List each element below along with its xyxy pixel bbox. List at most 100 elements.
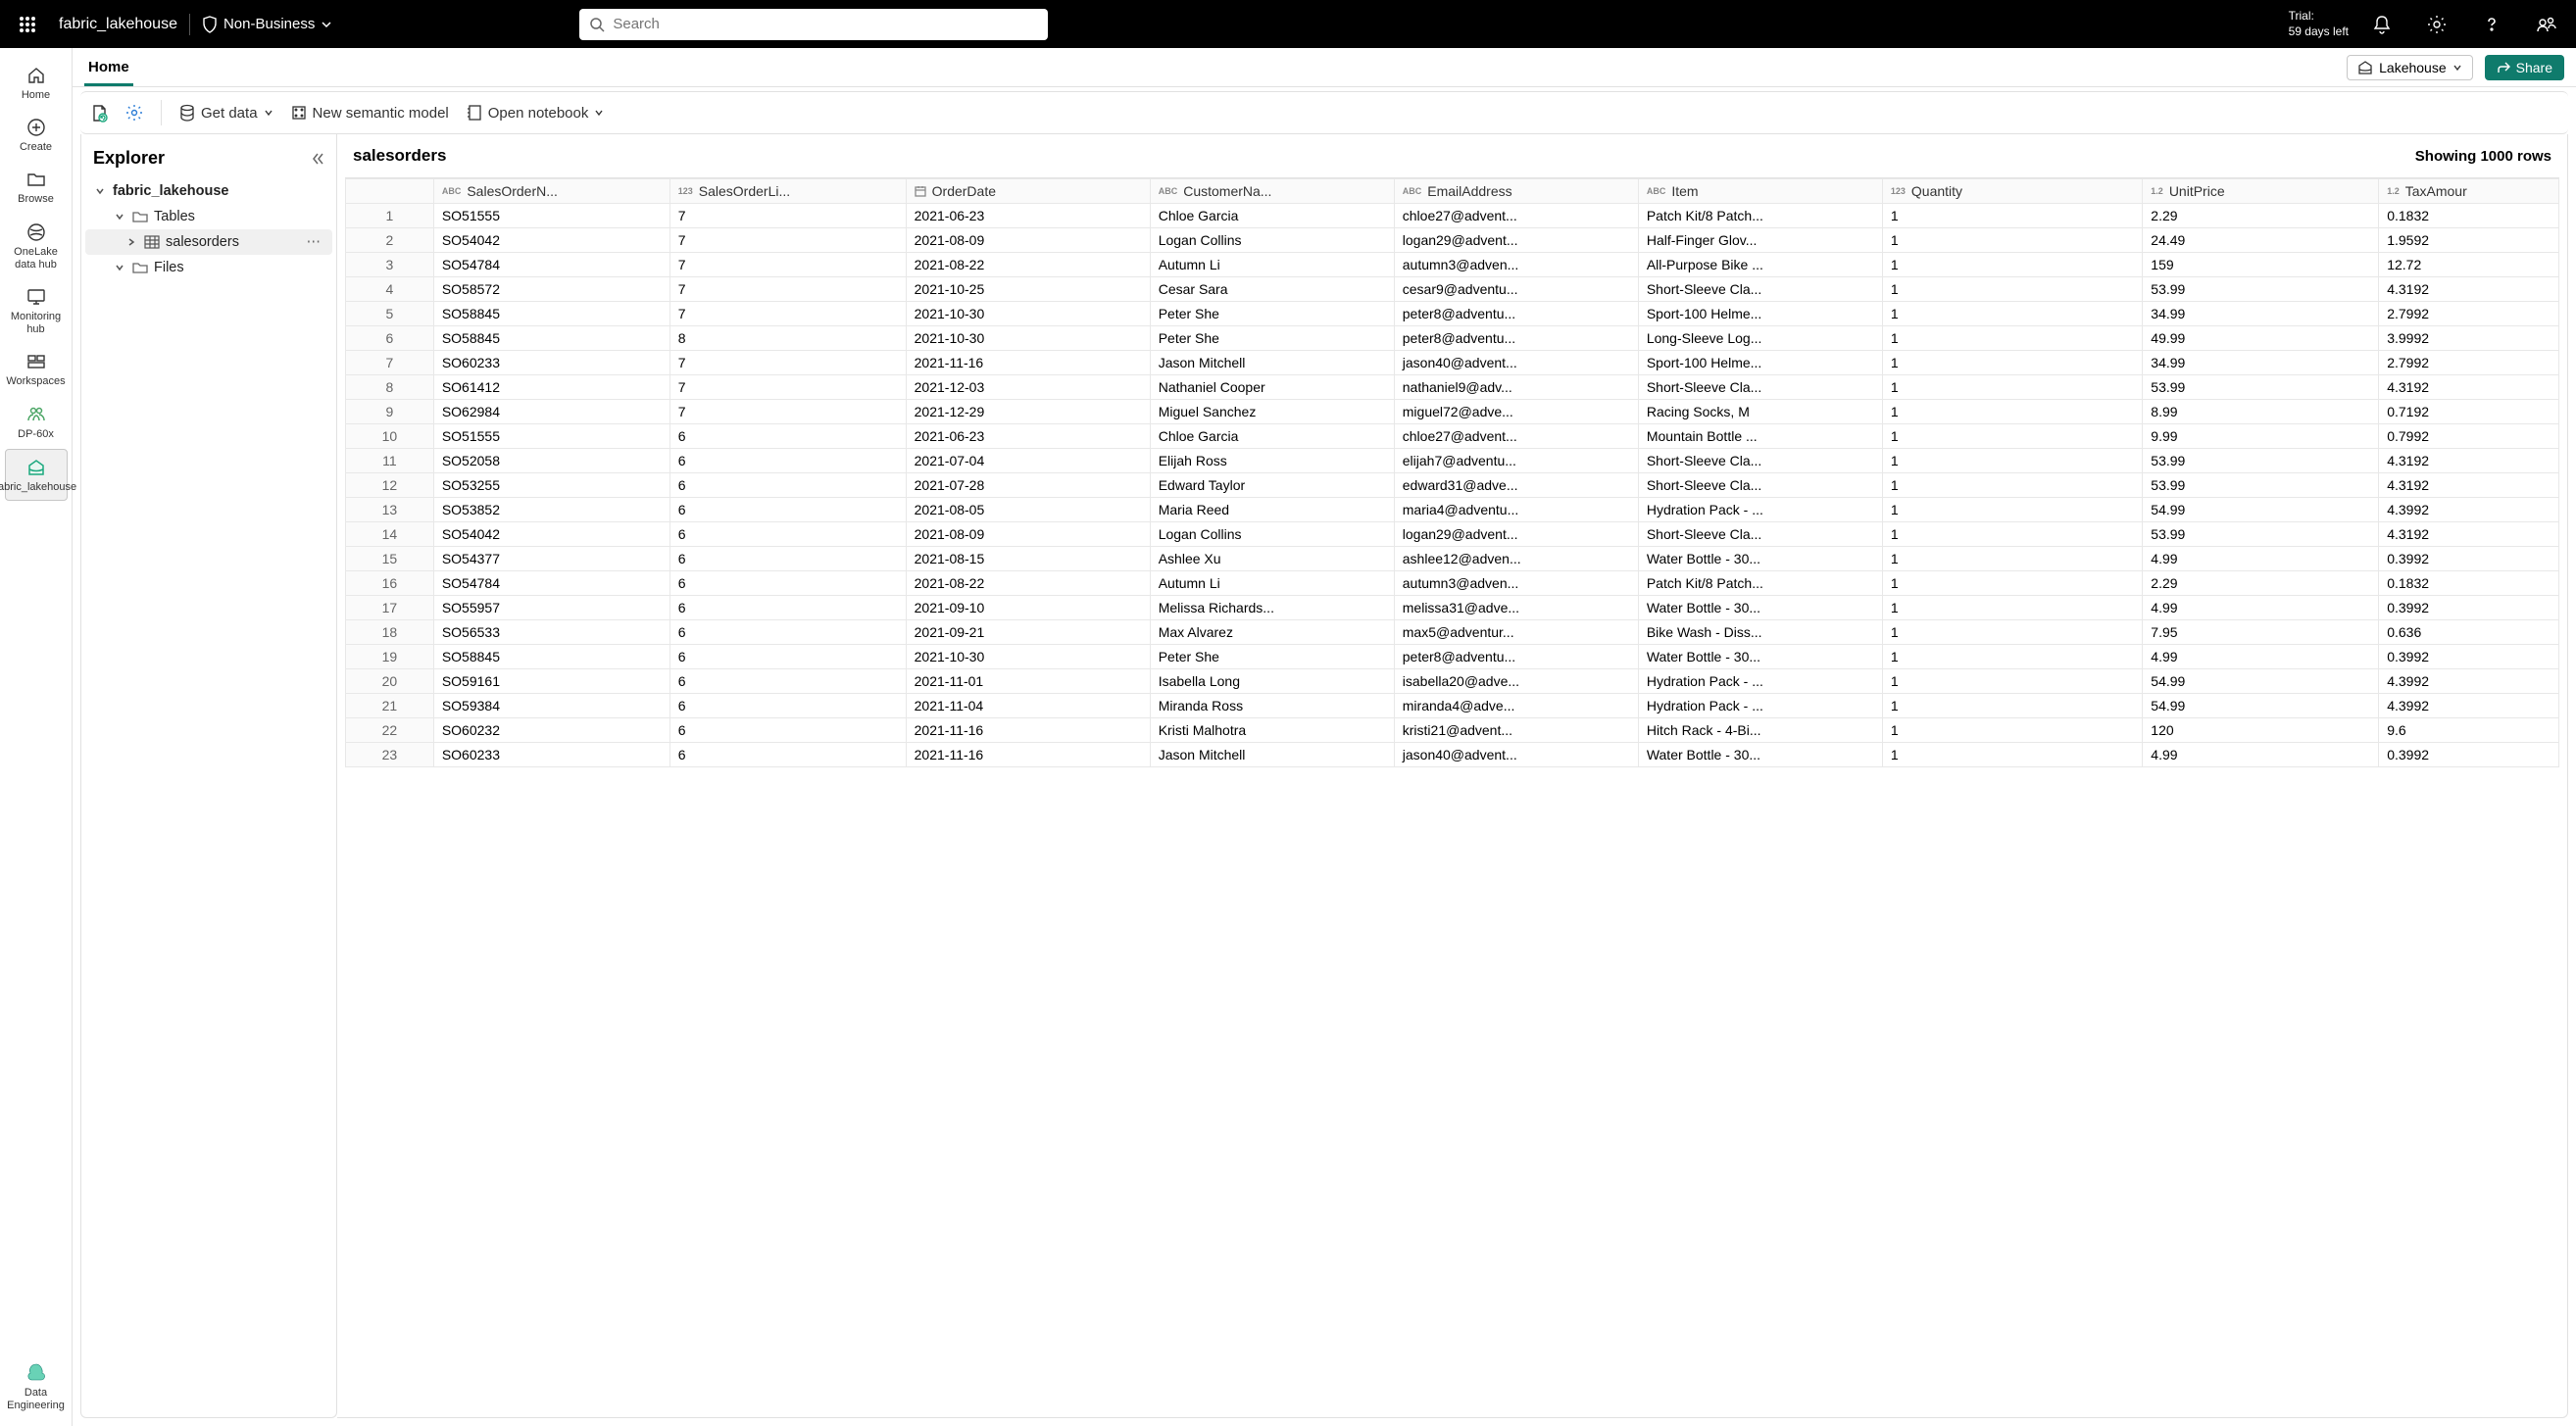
- data-cell[interactable]: Cesar Sara: [1150, 277, 1394, 302]
- data-cell[interactable]: Edward Taylor: [1150, 473, 1394, 498]
- data-cell[interactable]: 1: [1882, 351, 2142, 375]
- data-cell[interactable]: 6: [669, 547, 906, 571]
- data-cell[interactable]: Logan Collins: [1150, 522, 1394, 547]
- data-cell[interactable]: 3.9992: [2379, 326, 2559, 351]
- data-cell[interactable]: 2021-11-16: [906, 718, 1150, 743]
- data-cell[interactable]: 0.7992: [2379, 424, 2559, 449]
- column-header[interactable]: 1.2UnitPrice: [2143, 179, 2379, 204]
- table-row[interactable]: 17SO5595762021-09-10Melissa Richards...m…: [346, 596, 2559, 620]
- data-cell[interactable]: SO58845: [433, 645, 669, 669]
- data-cell[interactable]: 4.99: [2143, 596, 2379, 620]
- rail-item-browse[interactable]: Browse: [5, 162, 68, 212]
- table-row[interactable]: 13SO5385262021-08-05Maria Reedmaria4@adv…: [346, 498, 2559, 522]
- data-cell[interactable]: 4.3992: [2379, 498, 2559, 522]
- data-cell[interactable]: 2021-09-21: [906, 620, 1150, 645]
- get-data-button[interactable]: Get data: [179, 104, 273, 122]
- data-cell[interactable]: 34.99: [2143, 351, 2379, 375]
- data-cell[interactable]: Racing Socks, M: [1638, 400, 1882, 424]
- data-cell[interactable]: 2021-08-09: [906, 228, 1150, 253]
- data-cell[interactable]: 2021-10-30: [906, 645, 1150, 669]
- data-cell[interactable]: SO60232: [433, 718, 669, 743]
- column-header[interactable]: ABCCustomerNa...: [1150, 179, 1394, 204]
- table-row[interactable]: 6SO5884582021-10-30Peter Shepeter8@adven…: [346, 326, 2559, 351]
- data-cell[interactable]: 1: [1882, 228, 2142, 253]
- feedback-button[interactable]: [2525, 3, 2568, 46]
- rail-item-monitoring[interactable]: Monitoring hub: [5, 279, 68, 342]
- data-cell[interactable]: 4.3192: [2379, 277, 2559, 302]
- data-cell[interactable]: 4.99: [2143, 645, 2379, 669]
- tree-files-node[interactable]: Files: [85, 255, 332, 280]
- table-row[interactable]: 12SO5325562021-07-28Edward Tayloredward3…: [346, 473, 2559, 498]
- data-cell[interactable]: 2021-09-10: [906, 596, 1150, 620]
- data-cell[interactable]: Water Bottle - 30...: [1638, 645, 1882, 669]
- global-search[interactable]: [579, 9, 1048, 40]
- sensitivity-label-dropdown[interactable]: Non-Business: [202, 16, 332, 33]
- data-cell[interactable]: 6: [669, 498, 906, 522]
- data-cell[interactable]: 2.29: [2143, 204, 2379, 228]
- data-cell[interactable]: 6: [669, 718, 906, 743]
- data-cell[interactable]: Logan Collins: [1150, 228, 1394, 253]
- tree-tables-node[interactable]: Tables: [85, 204, 332, 229]
- data-cell[interactable]: 6: [669, 620, 906, 645]
- data-cell[interactable]: 159: [2143, 253, 2379, 277]
- data-cell[interactable]: Bike Wash - Diss...: [1638, 620, 1882, 645]
- data-cell[interactable]: 7: [669, 277, 906, 302]
- table-row[interactable]: 20SO5916162021-11-01Isabella Longisabell…: [346, 669, 2559, 694]
- data-cell[interactable]: Water Bottle - 30...: [1638, 596, 1882, 620]
- data-cell[interactable]: logan29@advent...: [1394, 228, 1638, 253]
- table-row[interactable]: 22SO6023262021-11-16Kristi Malhotrakrist…: [346, 718, 2559, 743]
- data-cell[interactable]: 2021-08-09: [906, 522, 1150, 547]
- data-cell[interactable]: 2021-06-23: [906, 204, 1150, 228]
- data-cell[interactable]: 4.3192: [2379, 473, 2559, 498]
- data-cell[interactable]: Hydration Pack - ...: [1638, 498, 1882, 522]
- data-cell[interactable]: 2021-08-22: [906, 571, 1150, 596]
- column-header[interactable]: 1.2TaxAmour: [2379, 179, 2559, 204]
- data-cell[interactable]: 2021-08-05: [906, 498, 1150, 522]
- data-cell[interactable]: 6: [669, 694, 906, 718]
- column-header[interactable]: 123Quantity: [1882, 179, 2142, 204]
- refresh-button[interactable]: [90, 103, 108, 123]
- table-row[interactable]: 10SO5155562021-06-23Chloe Garciachloe27@…: [346, 424, 2559, 449]
- data-cell[interactable]: 2021-08-22: [906, 253, 1150, 277]
- data-cell[interactable]: 4.3192: [2379, 522, 2559, 547]
- rail-item-create[interactable]: Create: [5, 110, 68, 160]
- data-cell[interactable]: 6: [669, 473, 906, 498]
- data-cell[interactable]: SO59161: [433, 669, 669, 694]
- data-cell[interactable]: Jason Mitchell: [1150, 351, 1394, 375]
- data-cell[interactable]: SO52058: [433, 449, 669, 473]
- data-cell[interactable]: Peter She: [1150, 645, 1394, 669]
- data-cell[interactable]: 54.99: [2143, 498, 2379, 522]
- data-cell[interactable]: SO60233: [433, 743, 669, 767]
- data-cell[interactable]: 7: [669, 204, 906, 228]
- data-cell[interactable]: Peter She: [1150, 302, 1394, 326]
- data-cell[interactable]: 9.6: [2379, 718, 2559, 743]
- table-row[interactable]: 16SO5478462021-08-22Autumn Liautumn3@adv…: [346, 571, 2559, 596]
- data-cell[interactable]: 6: [669, 743, 906, 767]
- data-cell[interactable]: 1: [1882, 375, 2142, 400]
- data-cell[interactable]: SO55957: [433, 596, 669, 620]
- data-cell[interactable]: 9.99: [2143, 424, 2379, 449]
- data-cell[interactable]: 53.99: [2143, 449, 2379, 473]
- data-cell[interactable]: Elijah Ross: [1150, 449, 1394, 473]
- data-cell[interactable]: 4.3992: [2379, 694, 2559, 718]
- data-cell[interactable]: 1: [1882, 253, 2142, 277]
- data-cell[interactable]: 2021-10-30: [906, 326, 1150, 351]
- data-cell[interactable]: Short-Sleeve Cla...: [1638, 375, 1882, 400]
- data-cell[interactable]: 6: [669, 669, 906, 694]
- data-cell[interactable]: nathaniel9@adv...: [1394, 375, 1638, 400]
- data-cell[interactable]: 53.99: [2143, 473, 2379, 498]
- data-cell[interactable]: 7: [669, 228, 906, 253]
- more-options-button[interactable]: ⋯: [301, 234, 327, 250]
- data-cell[interactable]: 4.99: [2143, 547, 2379, 571]
- table-row[interactable]: 1SO5155572021-06-23Chloe Garciachloe27@a…: [346, 204, 2559, 228]
- data-cell[interactable]: logan29@advent...: [1394, 522, 1638, 547]
- data-cell[interactable]: 54.99: [2143, 694, 2379, 718]
- data-grid-scroll[interactable]: ABCSalesOrderN...123SalesOrderLi...Order…: [345, 177, 2559, 1409]
- table-row[interactable]: 21SO5938462021-11-04Miranda Rossmiranda4…: [346, 694, 2559, 718]
- data-cell[interactable]: 7: [669, 375, 906, 400]
- data-cell[interactable]: 2021-07-04: [906, 449, 1150, 473]
- data-cell[interactable]: 1: [1882, 669, 2142, 694]
- data-cell[interactable]: Short-Sleeve Cla...: [1638, 473, 1882, 498]
- data-cell[interactable]: 6: [669, 449, 906, 473]
- app-launcher-icon[interactable]: [8, 17, 47, 32]
